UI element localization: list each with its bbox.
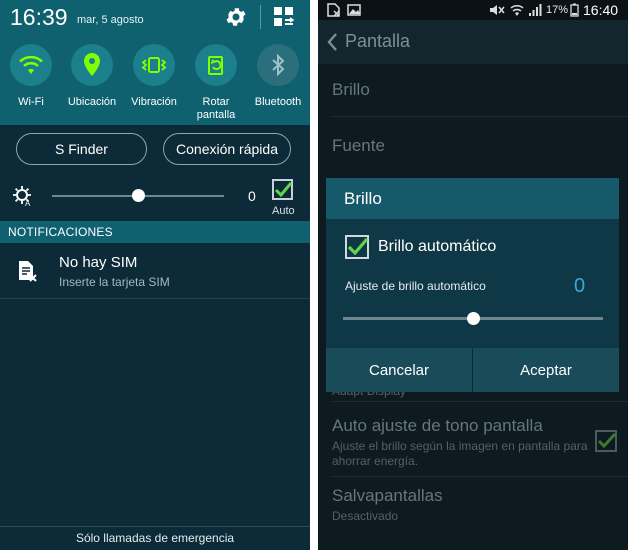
vibration-icon (141, 57, 167, 73)
page-title: Pantalla (345, 31, 411, 51)
notifications-header: NOTIFICACIONES (0, 221, 310, 243)
rotate-screen-icon (208, 56, 223, 75)
setting-brightness[interactable]: Brillo (332, 80, 370, 100)
display-settings-screen: 17% 16:40 Pantalla Brillo Fuente Adapt D… (318, 0, 628, 550)
location-pin-icon (84, 53, 100, 76)
mute-status-icon (490, 5, 505, 15)
adjust-brightness-label: Ajuste de brillo automático (345, 279, 486, 293)
checkmark-icon (597, 432, 617, 449)
toggle-wifi[interactable]: Wi-Fi (0, 44, 62, 109)
back-arrow-icon[interactable] (326, 32, 338, 52)
setting-screensaver-status: Desactivado (332, 509, 399, 523)
toggle-vibration[interactable]: Vibración (123, 44, 185, 109)
adjust-brightness-slider-thumb[interactable] (466, 312, 480, 325)
notification-panel: 16:39 mar, 5 agosto Wi-Fi Ubicación Vibr… (0, 0, 310, 550)
gear-icon[interactable] (224, 5, 248, 29)
setting-auto-tone-description: Ajuste el brillo según la imagen en pant… (332, 439, 588, 468)
divider (332, 401, 628, 402)
clock: 16:39 (10, 4, 68, 30)
brightness-slider-thumb[interactable] (131, 189, 145, 202)
auto-brightness-icon: A (13, 186, 31, 207)
bluetooth-icon (272, 53, 285, 77)
svg-text:A: A (25, 199, 31, 207)
wifi-status-icon (510, 4, 524, 16)
battery-icon (570, 3, 579, 17)
quick-connect-button[interactable]: Conexión rápida (163, 133, 291, 165)
toggle-rotate-screen[interactable]: Rotar pantalla (185, 44, 247, 122)
status-bar: 17% 16:40 (318, 0, 628, 20)
divider (0, 298, 310, 299)
setting-font[interactable]: Fuente (332, 136, 385, 156)
notification-subtitle: Inserte la tarjeta SIM (59, 275, 170, 289)
auto-label: Auto (272, 205, 295, 217)
date: mar, 5 agosto (77, 14, 144, 26)
accept-button[interactable]: Aceptar (473, 348, 619, 392)
toggle-label: Ubicación (67, 96, 117, 108)
brightness-value: 0 (248, 188, 256, 204)
battery-percent: 17% (546, 4, 569, 16)
auto-brightness-label[interactable]: Brillo automático (378, 238, 496, 256)
setting-screensaver[interactable]: Salvapantallas (332, 486, 443, 506)
brightness-dialog: Brillo Brillo automático Ajuste de brill… (326, 178, 619, 392)
dialog-title: Brillo (344, 189, 382, 208)
image-status-icon (347, 4, 361, 16)
emergency-calls-text: Sólo llamadas de emergencia (75, 531, 235, 545)
no-sim-status-icon (327, 3, 340, 17)
setting-auto-tone[interactable]: Auto ajuste de tono pantalla (332, 416, 543, 436)
wifi-icon (19, 55, 43, 74)
adjust-brightness-value: 0 (574, 275, 586, 297)
toggle-bluetooth[interactable]: Bluetooth (247, 44, 309, 109)
quick-panel-grid-icon[interactable] (273, 6, 295, 28)
header-divider (260, 5, 261, 29)
notification-title[interactable]: No hay SIM (59, 254, 137, 271)
toggle-label: Bluetooth (254, 96, 302, 108)
divider (332, 476, 628, 477)
cancel-button[interactable]: Cancelar (326, 348, 472, 392)
checkmark-icon (274, 182, 293, 198)
s-finder-button[interactable]: S Finder (16, 133, 147, 165)
signal-status-icon (529, 4, 542, 16)
toggle-label: Vibración (131, 96, 177, 108)
toggle-label: Wi-Fi (18, 96, 44, 108)
no-sim-icon (19, 261, 37, 282)
toggle-label: Rotar pantalla (196, 96, 236, 121)
divider (332, 116, 628, 117)
auto-brightness-checkbox[interactable] (272, 179, 293, 200)
checkmark-icon (347, 237, 369, 256)
divider (0, 526, 310, 527)
toggle-location[interactable]: Ubicación (61, 44, 123, 109)
auto-brightness-checkbox[interactable] (345, 235, 369, 259)
status-bar-time: 16:40 (583, 2, 619, 18)
auto-tone-checkbox[interactable] (595, 430, 617, 452)
